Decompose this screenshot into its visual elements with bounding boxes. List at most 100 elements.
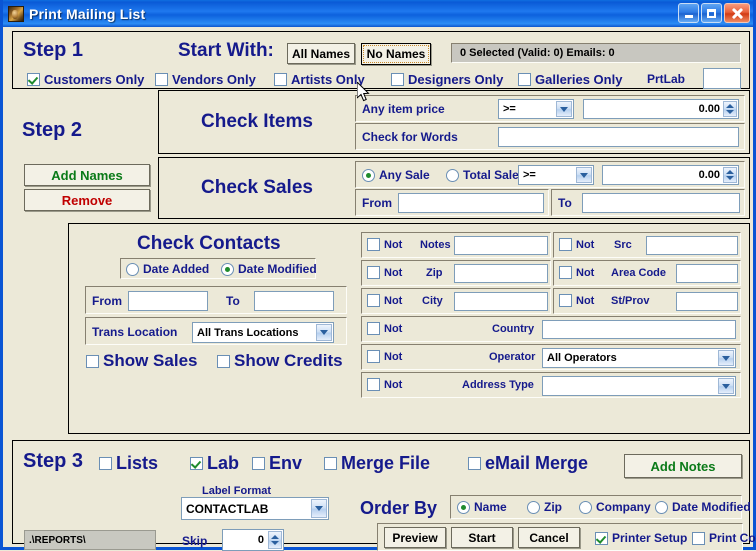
filter-operator-combo[interactable]: All Operators xyxy=(542,348,736,368)
sales-amount-spinner[interactable] xyxy=(723,167,737,183)
chevron-down-icon[interactable] xyxy=(556,101,572,117)
checkbox-vendors-only[interactable]: Vendors Only xyxy=(155,72,256,87)
spinner-down-icon[interactable] xyxy=(726,110,734,114)
start-button[interactable]: Start xyxy=(451,527,513,548)
add-notes-button[interactable]: Add Notes xyxy=(624,454,742,478)
trans-location-combo[interactable]: All Trans Locations xyxy=(192,322,334,343)
filter-zip-not-checkbox[interactable] xyxy=(367,266,380,279)
contacts-to-input[interactable] xyxy=(254,291,334,311)
any-sale-radio[interactable] xyxy=(362,168,375,182)
title-bar[interactable]: Print Mailing List xyxy=(3,0,753,27)
label-format-combo[interactable]: CONTACTLAB xyxy=(181,497,329,520)
chevron-down-icon[interactable] xyxy=(718,350,734,366)
checkbox-designers-only[interactable]: Designers Only xyxy=(391,72,503,87)
cancel-button[interactable]: Cancel xyxy=(518,527,580,548)
total-sales-radio[interactable] xyxy=(446,168,459,182)
filter-st-prov-input[interactable] xyxy=(676,292,738,311)
show-credits-checkbox[interactable] xyxy=(217,354,230,368)
order-by-company-row[interactable]: Company xyxy=(579,500,651,514)
order-by-date-modified-row[interactable]: Date Modified xyxy=(655,500,751,514)
filter-city-input[interactable] xyxy=(454,292,548,311)
filter-address-type-combo[interactable] xyxy=(542,376,736,396)
chevron-down-icon[interactable] xyxy=(316,324,332,341)
output-lists-row[interactable]: Lists xyxy=(99,453,158,474)
all-names-button[interactable]: All Names xyxy=(287,43,355,64)
remove-button[interactable]: Remove xyxy=(24,189,150,211)
skip-spinner[interactable] xyxy=(268,531,282,549)
filter-operator-not-checkbox[interactable] xyxy=(367,350,380,363)
output-env-row[interactable]: Env xyxy=(252,453,302,474)
checkbox-galleries-only[interactable]: Galleries Only xyxy=(518,72,622,87)
chevron-down-icon[interactable] xyxy=(576,167,592,183)
filter-st-prov-not[interactable]: Not xyxy=(559,294,594,307)
any-sale-radio-row[interactable]: Any Sale xyxy=(362,168,430,182)
filter-zip-input[interactable] xyxy=(454,264,548,283)
sales-to-input[interactable] xyxy=(582,193,740,213)
filter-notes-not-checkbox[interactable] xyxy=(367,238,380,251)
galleries-only-checkbox[interactable] xyxy=(518,73,531,86)
date-modified-radio[interactable] xyxy=(221,262,234,276)
output-merge-file-row[interactable]: Merge File xyxy=(324,453,430,474)
order-by-name-radio[interactable] xyxy=(457,500,470,514)
show-sales-checkbox[interactable] xyxy=(86,354,99,368)
total-sales-radio-row[interactable]: Total Sales xyxy=(446,168,525,182)
chevron-down-icon[interactable] xyxy=(718,378,734,394)
show-sales-row[interactable]: Show Sales xyxy=(86,351,197,371)
filter-src-not-checkbox[interactable] xyxy=(559,238,572,251)
close-button[interactable] xyxy=(724,3,750,23)
prtlab-input[interactable] xyxy=(703,68,741,89)
output-email-merge-row[interactable]: eMail Merge xyxy=(468,453,588,474)
spinner-down-icon[interactable] xyxy=(726,176,734,180)
lab-checkbox[interactable] xyxy=(190,457,203,470)
filter-src-not[interactable]: Not xyxy=(559,238,594,251)
any-item-price-input[interactable]: 0.00 xyxy=(583,99,739,119)
filter-area-code-not-checkbox[interactable] xyxy=(559,266,572,279)
chevron-down-icon[interactable] xyxy=(311,499,327,518)
lists-checkbox[interactable] xyxy=(99,457,112,470)
sales-operator-combo[interactable]: >= xyxy=(518,165,594,185)
filter-st-prov-not-checkbox[interactable] xyxy=(559,294,572,307)
preview-button[interactable]: Preview xyxy=(384,527,446,548)
add-names-button[interactable]: Add Names xyxy=(24,164,150,186)
checkbox-artists-only[interactable]: Artists Only xyxy=(274,72,365,87)
sales-amount-input[interactable]: 0.00 xyxy=(602,165,739,185)
filter-address-type-not-checkbox[interactable] xyxy=(367,378,380,391)
env-checkbox[interactable] xyxy=(252,457,265,470)
any-item-price-operator-combo[interactable]: >= xyxy=(498,99,574,119)
filter-country-not[interactable]: Not xyxy=(367,322,402,335)
order-by-name-row[interactable]: Name xyxy=(457,500,507,514)
printer-setup-checkbox[interactable] xyxy=(595,531,608,545)
order-by-zip-row[interactable]: Zip xyxy=(527,500,562,514)
printer-setup-row[interactable]: Printer Setup xyxy=(595,531,687,545)
artists-only-checkbox[interactable] xyxy=(274,73,287,86)
skip-input[interactable]: 0 xyxy=(222,529,284,551)
any-item-price-spinner[interactable] xyxy=(723,101,737,117)
maximize-button[interactable] xyxy=(701,3,722,23)
order-by-date-modified-radio[interactable] xyxy=(655,500,668,514)
no-names-button[interactable]: No Names xyxy=(361,43,431,65)
contacts-from-input[interactable] xyxy=(128,291,208,311)
print-cover-row[interactable]: Print Cover xyxy=(692,531,756,545)
date-added-radio-row[interactable]: Date Added xyxy=(126,262,209,276)
filter-notes-not[interactable]: Not xyxy=(367,238,402,251)
filter-notes-input[interactable] xyxy=(454,236,548,255)
print-cover-checkbox[interactable] xyxy=(692,531,705,545)
spinner-down-icon[interactable] xyxy=(271,541,279,545)
minimize-button[interactable] xyxy=(678,3,699,23)
check-for-words-input[interactable] xyxy=(498,127,739,147)
sales-from-input[interactable] xyxy=(398,193,544,213)
show-credits-row[interactable]: Show Credits xyxy=(217,351,343,371)
order-by-company-radio[interactable] xyxy=(579,500,592,514)
vendors-only-checkbox[interactable] xyxy=(155,73,168,86)
customers-only-checkbox[interactable] xyxy=(27,73,40,86)
spinner-up-icon[interactable] xyxy=(271,535,279,539)
filter-city-not[interactable]: Not xyxy=(367,294,402,307)
email-merge-checkbox[interactable] xyxy=(468,457,481,470)
filter-zip-not[interactable]: Not xyxy=(367,266,402,279)
date-modified-radio-row[interactable]: Date Modified xyxy=(221,262,317,276)
merge-file-checkbox[interactable] xyxy=(324,457,337,470)
filter-area-code-input[interactable] xyxy=(676,264,738,283)
filter-country-not-checkbox[interactable] xyxy=(367,322,380,335)
date-added-radio[interactable] xyxy=(126,262,139,276)
order-by-zip-radio[interactable] xyxy=(527,500,540,514)
